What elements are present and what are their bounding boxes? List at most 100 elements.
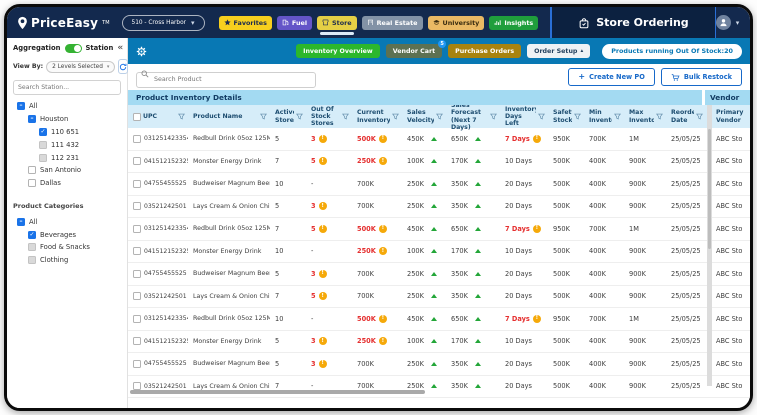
- filter-icon[interactable]: [538, 113, 545, 120]
- filter-icon[interactable]: [392, 113, 399, 120]
- nav-item-university[interactable]: University: [427, 15, 485, 30]
- vertical-scrollbar[interactable]: [707, 105, 712, 386]
- logo-text: PriceEasy: [31, 15, 99, 30]
- warning-icon: !: [378, 224, 387, 233]
- bulk-restock-button[interactable]: Bulk Restock: [660, 68, 742, 86]
- category-item-food-snacks[interactable]: Food & Snacks: [28, 241, 121, 254]
- category-item-clothing[interactable]: Clothing: [28, 254, 121, 267]
- nav-item-store[interactable]: Store: [317, 15, 357, 35]
- chevron-down-icon[interactable]: ▾: [736, 19, 740, 27]
- search-row: + Create New PO Bulk Restock: [128, 64, 750, 90]
- trend-up-icon: [474, 384, 481, 389]
- nav-item-real-estate[interactable]: Real Estate: [361, 15, 423, 30]
- category-item-beverages[interactable]: ✓ Beverages: [28, 228, 121, 241]
- user-avatar[interactable]: [715, 15, 731, 30]
- table-row: 04755455525 Budweiser Magnum Beer 5 3! 700K 2…: [128, 263, 750, 286]
- filter-icon[interactable]: [178, 113, 185, 120]
- category-item-all[interactable]: – All: [17, 215, 121, 228]
- select-all-checkbox[interactable]: [133, 112, 141, 121]
- product-categories-label: Product Categories: [13, 202, 84, 211]
- station-item-houston[interactable]: – Houston: [28, 113, 121, 126]
- inventory-overview-button[interactable]: Inventory Overview: [296, 44, 380, 58]
- nav-item-favorites[interactable]: Favorites: [218, 15, 272, 30]
- checkbox[interactable]: [28, 243, 36, 252]
- gear-icon[interactable]: [136, 46, 147, 57]
- checkbox[interactable]: [39, 153, 47, 162]
- checkbox[interactable]: [28, 166, 36, 175]
- table-row: 031251423354 Redbull Drink 05oz 125ML 7 5! 5…: [128, 218, 750, 241]
- row-checkbox[interactable]: [133, 157, 141, 166]
- cell-reorder-date: 25/05/25: [671, 157, 701, 166]
- create-new-po-button[interactable]: + Create New PO: [568, 68, 655, 86]
- vendor-cart-button[interactable]: Vendor Cart 5: [385, 40, 447, 58]
- cell-product-name: Redbull Drink 05oz 125ML: [193, 225, 270, 233]
- station-item-112-231[interactable]: 112 231: [39, 151, 121, 164]
- station-item-san-antonio[interactable]: San Antonio: [28, 164, 121, 177]
- upc-value: 03521242501: [144, 292, 187, 300]
- filter-icon[interactable]: [696, 113, 703, 120]
- filter-icon[interactable]: [296, 113, 303, 120]
- nav-item-insights[interactable]: Insights: [489, 15, 539, 30]
- station-item-110-651[interactable]: ✓ 110 651: [39, 126, 121, 139]
- cell-upc: 031251423354: [128, 314, 188, 323]
- refresh-button[interactable]: [118, 59, 129, 74]
- row-checkbox[interactable]: [133, 359, 141, 368]
- station-item-dallas[interactable]: Dallas: [28, 177, 121, 190]
- cell-sales-forecast: 350K: [446, 270, 500, 278]
- cell-safety-stock: 500K: [553, 247, 570, 256]
- row-checkbox[interactable]: [133, 314, 141, 323]
- filter-icon[interactable]: [574, 113, 581, 120]
- nav-item-fuel[interactable]: Fuel: [276, 15, 313, 30]
- aggregation-toggle[interactable]: [64, 43, 82, 53]
- view-by-select[interactable]: 2 Levels Selected ▾: [46, 60, 116, 73]
- filter-icon[interactable]: [342, 113, 349, 120]
- row-checkbox[interactable]: [133, 269, 141, 278]
- cell-upc: 041512152325: [128, 157, 188, 166]
- station-selector[interactable]: 510 - Cross Harbor ▾: [121, 14, 205, 31]
- column-label: Max Inventory: [629, 109, 654, 124]
- cell-primary-vendor: ABC Sto: [716, 269, 743, 278]
- sidebar-collapse-icon[interactable]: «: [117, 43, 123, 53]
- checkbox[interactable]: ✓: [28, 230, 36, 239]
- horizontal-scrollbar[interactable]: [130, 390, 425, 394]
- row-checkbox[interactable]: [133, 292, 141, 301]
- cell-max-inventory: 900K: [629, 359, 646, 368]
- checkbox[interactable]: –: [17, 102, 25, 111]
- cell-sales-velocity: 100K: [402, 157, 446, 165]
- row-checkbox[interactable]: [133, 337, 141, 346]
- product-search-input[interactable]: [136, 71, 316, 88]
- checkbox[interactable]: ✓: [39, 127, 47, 136]
- station-search-input[interactable]: [13, 80, 121, 95]
- filter-icon[interactable]: [260, 113, 267, 120]
- row-checkbox[interactable]: [133, 134, 141, 143]
- row-checkbox[interactable]: [133, 202, 141, 211]
- product-search: [136, 66, 316, 88]
- table-row: 03521242501 Lays Cream & Onion Chips 7-700…: [128, 375, 750, 398]
- station-item-111-432[interactable]: 111 432: [39, 138, 121, 151]
- checkbox[interactable]: [39, 140, 47, 149]
- cell-safety-stock: 500K: [553, 157, 570, 166]
- row-checkbox[interactable]: [133, 224, 141, 233]
- cell-sales-velocity: 250K: [402, 202, 446, 210]
- filter-icon[interactable]: [436, 113, 443, 120]
- filter-icon[interactable]: [656, 113, 663, 120]
- filter-icon[interactable]: [614, 113, 621, 120]
- cell-min-inventory: 400K: [589, 359, 606, 368]
- warning-icon: !: [378, 247, 387, 256]
- station-item-all[interactable]: – All: [17, 100, 121, 113]
- checkbox[interactable]: –: [28, 115, 36, 124]
- row-checkbox[interactable]: [133, 179, 141, 188]
- checkbox[interactable]: [28, 256, 36, 265]
- trend-up-icon: [474, 249, 481, 254]
- out-of-stock-pill[interactable]: Products running Out Of Stock:20: [602, 43, 742, 59]
- checkbox[interactable]: [28, 179, 36, 188]
- app-window: PriceEasy TM 510 - Cross Harbor ▾ Favori…: [4, 4, 753, 411]
- filter-icon[interactable]: [490, 113, 497, 120]
- row-checkbox[interactable]: [133, 247, 141, 256]
- cell-safety-stock: 950K: [553, 134, 570, 143]
- purchase-orders-button[interactable]: Purchase Orders: [448, 44, 522, 58]
- checkbox[interactable]: –: [17, 217, 25, 226]
- cart-count-badge: 5: [438, 40, 447, 48]
- cell-product-name: Lays Cream & Onion Chips: [193, 292, 270, 300]
- order-setup-button[interactable]: Order Setup ▴: [527, 44, 591, 58]
